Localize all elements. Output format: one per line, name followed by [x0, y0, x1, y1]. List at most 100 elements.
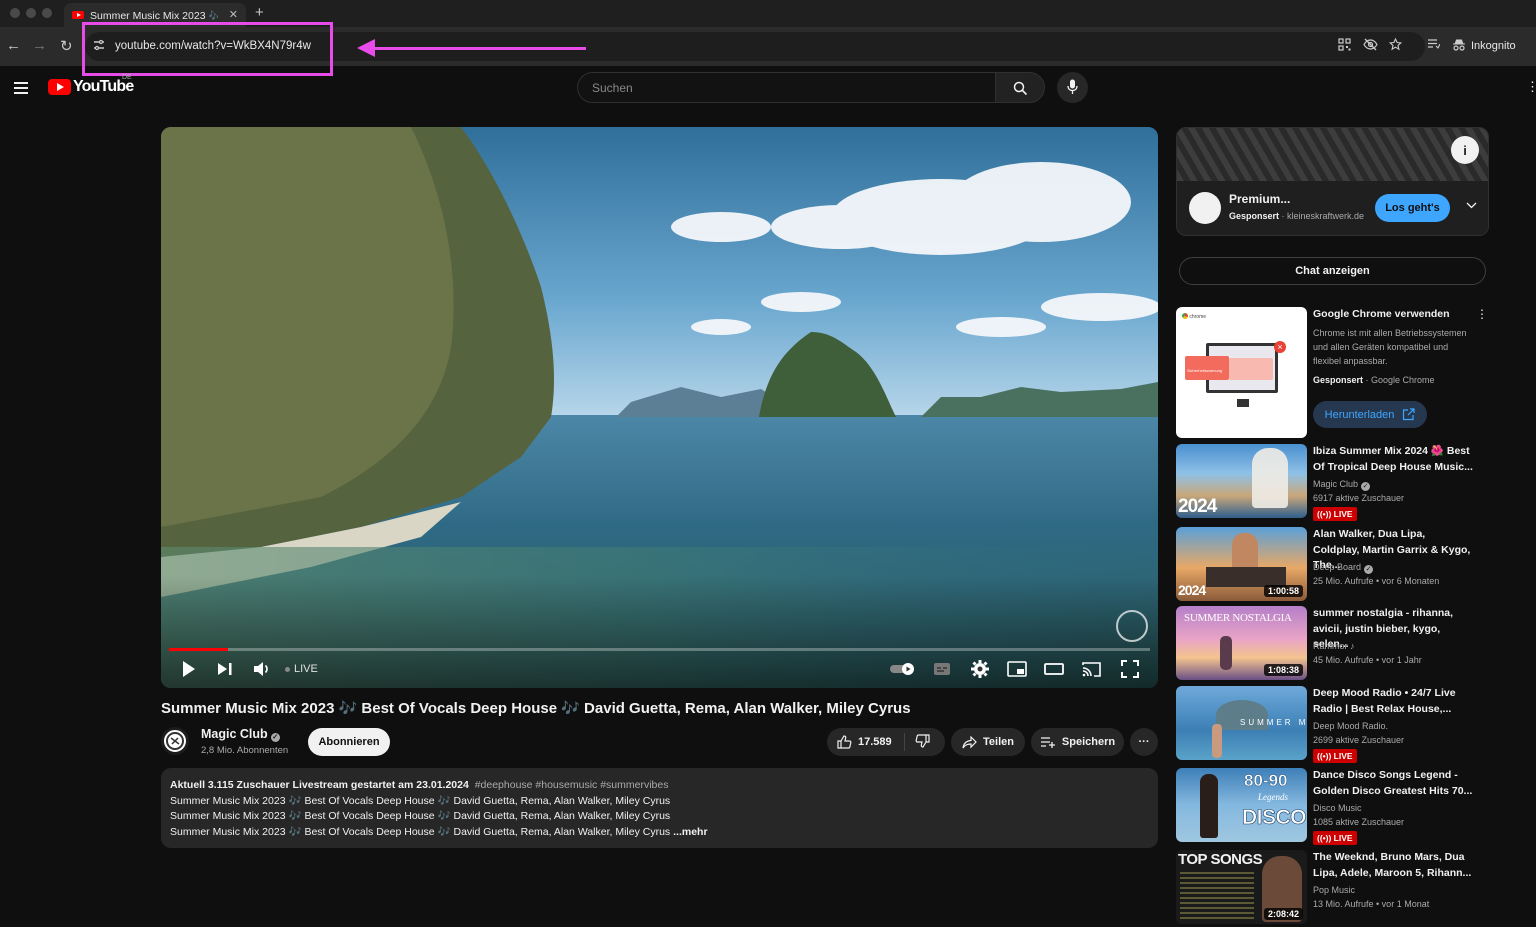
recommendation-title[interactable]: Deep Mood Radio • 24/7 Live Radio | Best…	[1313, 686, 1473, 717]
back-arrow-icon[interactable]: ←	[6, 37, 21, 54]
reading-list-icon[interactable]	[1427, 37, 1441, 52]
recommendation-item[interactable]: 2024 1:00:58 Alan Walker, Dua Lipa, Cold…	[1176, 527, 1526, 603]
subtitles-icon[interactable]	[933, 660, 951, 678]
recommendation-channel[interactable]: Disco Music	[1313, 803, 1362, 813]
bookmark-star-icon[interactable]	[1388, 37, 1403, 54]
window-close-dot[interactable]	[10, 8, 20, 18]
show-chat-button[interactable]: Chat anzeigen	[1179, 257, 1486, 285]
recommendation-channel[interactable]: Deep Mood Radio.	[1313, 721, 1388, 731]
video-thumbnail[interactable]: SUMMER MIX	[1176, 686, 1307, 760]
chevron-down-icon[interactable]	[1466, 200, 1477, 212]
ad-card[interactable]: i Premium... Gesponsert · kleineskraftwe…	[1176, 127, 1489, 236]
autoplay-toggle-icon[interactable]	[889, 660, 917, 678]
recommendation-title[interactable]: Dance Disco Songs Legend - Golden Disco …	[1313, 768, 1473, 799]
sponsored-thumbnail[interactable]: chrome Sicherheitswarnung ×	[1176, 307, 1307, 438]
new-tab-button[interactable]: +	[255, 4, 264, 21]
dislike-button[interactable]	[905, 733, 930, 751]
more-actions-button[interactable]: ···	[1130, 728, 1158, 756]
save-label: Speichern	[1061, 736, 1116, 748]
live-broadcast-icon: ((•))	[1317, 751, 1334, 761]
description-box[interactable]: Aktuell 3.115 Zuschauer Livestream gesta…	[161, 768, 1158, 848]
eye-off-icon[interactable]	[1363, 38, 1378, 54]
channel-avatar[interactable]	[161, 727, 189, 755]
fullscreen-icon[interactable]	[1121, 660, 1139, 678]
recommendation-meta: 13 Mio. Aufrufe • vor 1 Monat	[1313, 899, 1430, 909]
ad-banner[interactable]	[1177, 128, 1488, 181]
live-badge: ((•)) LIVE	[1313, 749, 1357, 763]
recommendation-channel[interactable]: Rammor ♪	[1313, 641, 1355, 651]
window-minimize-dot[interactable]	[26, 8, 36, 18]
show-more-link[interactable]: ...mehr	[673, 826, 707, 838]
recommendation-item[interactable]: SUMMER MIX Deep Mood Radio • 24/7 Live R…	[1176, 686, 1526, 763]
next-icon[interactable]	[217, 660, 233, 678]
progress-bar[interactable]	[169, 648, 1150, 651]
search-button[interactable]	[995, 72, 1045, 103]
recommendation-channel-text: Magic Club	[1313, 479, 1359, 489]
video-thumbnail[interactable]: 2024	[1176, 444, 1307, 518]
subscribe-button[interactable]: Abonnieren	[308, 728, 390, 756]
tab-title: Summer Music Mix 2023 🎶 B	[90, 9, 218, 22]
live-indicator[interactable]: LIVE	[285, 663, 318, 675]
video-player[interactable]: LIVE	[161, 127, 1158, 688]
verified-icon: ✓	[1364, 565, 1374, 574]
forward-arrow-icon[interactable]: →	[32, 37, 47, 54]
channel-watermark-icon[interactable]	[1116, 610, 1148, 642]
thumbnail-text: 80-90	[1244, 771, 1288, 791]
menu-icon[interactable]	[14, 82, 28, 94]
recommendation-item[interactable]: 2024 Ibiza Summer Mix 2024 🌺 Best Of Tro…	[1176, 444, 1526, 521]
more-vertical-icon[interactable]: ⋮	[1526, 79, 1536, 95]
qr-code-icon[interactable]	[1338, 38, 1351, 54]
thumbnail-text: TOP SONGS	[1178, 851, 1263, 868]
verified-icon: ✓	[270, 733, 280, 742]
cast-icon[interactable]	[1082, 660, 1102, 678]
share-button[interactable]: Teilen	[951, 728, 1025, 756]
share-icon	[962, 735, 977, 748]
search-placeholder: Suchen	[592, 81, 633, 95]
ad-info-icon[interactable]: i	[1451, 136, 1479, 164]
share-label: Teilen	[983, 736, 1014, 748]
sponsored-item[interactable]: chrome Sicherheitswarnung × Google Chrom…	[1176, 307, 1526, 438]
play-icon[interactable]	[181, 660, 197, 678]
duration-badge: 1:08:38	[1263, 664, 1303, 676]
download-button[interactable]: Herunterladen	[1313, 401, 1427, 428]
incognito-indicator[interactable]: Inkognito	[1452, 33, 1532, 59]
like-button[interactable]: 17.589	[827, 733, 905, 751]
recommendation-item[interactable]: 80-90 Legends DISCO Dance Disco Songs Le…	[1176, 768, 1526, 845]
theater-mode-icon[interactable]	[1044, 660, 1064, 678]
channel-name[interactable]: Magic Club ✓	[201, 727, 280, 742]
miniplayer-icon[interactable]	[1007, 660, 1027, 678]
save-button[interactable]: Speichern	[1031, 728, 1124, 756]
window-zoom-dot[interactable]	[42, 8, 52, 18]
ad-cta-button[interactable]: Los geht's	[1375, 194, 1450, 222]
sponsored-title[interactable]: Google Chrome verwenden	[1313, 307, 1473, 323]
duration-badge: 2:08:42	[1263, 908, 1303, 920]
recommendation-channel[interactable]: Magic Club ✓	[1313, 479, 1371, 491]
search-input[interactable]: Suchen	[577, 72, 996, 103]
recommendation-title[interactable]: The Weeknd, Bruno Mars, Dua Lipa, Adele,…	[1313, 850, 1473, 881]
ad-sponsored-label: Gesponsert	[1229, 211, 1280, 221]
annotation-arrow-head	[357, 39, 375, 57]
advertiser-logo	[1189, 192, 1221, 224]
more-vertical-icon[interactable]: ⋮	[1476, 307, 1488, 321]
description-tags[interactable]: #deephouse #housemusic #summervibes	[475, 779, 669, 791]
recommendation-item[interactable]: SUMMER NOSTALGIA 1:08:38 summer nostalgi…	[1176, 606, 1526, 682]
recommendation-channel[interactable]: Deep Board ✓	[1313, 562, 1374, 574]
volume-icon[interactable]	[253, 660, 271, 678]
microphone-icon	[1067, 79, 1078, 94]
voice-search-button[interactable]	[1057, 72, 1088, 103]
video-thumbnail[interactable]: 2024 1:00:58	[1176, 527, 1307, 601]
incognito-icon	[1452, 39, 1466, 54]
video-thumbnail[interactable]: TOP SONGS 2:08:42	[1176, 850, 1307, 924]
reload-icon[interactable]: ↻	[60, 37, 73, 55]
settings-gear-icon[interactable]	[971, 660, 989, 678]
recommendation-title[interactable]: Ibiza Summer Mix 2024 🌺 Best Of Tropical…	[1313, 444, 1473, 475]
video-thumbnail[interactable]: 80-90 Legends DISCO	[1176, 768, 1307, 842]
recommendation-item[interactable]: TOP SONGS 2:08:42 The Weeknd, Bruno Mars…	[1176, 850, 1526, 926]
ad-title[interactable]: Premium...	[1229, 192, 1290, 206]
download-label: Herunterladen	[1324, 408, 1395, 421]
youtube-logo[interactable]: YouTube	[48, 78, 134, 96]
tab-close-icon[interactable]: ✕	[229, 8, 238, 21]
video-thumbnail[interactable]: SUMMER NOSTALGIA 1:08:38	[1176, 606, 1307, 680]
external-link-icon	[1403, 408, 1415, 421]
recommendation-channel[interactable]: Pop Music	[1313, 885, 1355, 895]
